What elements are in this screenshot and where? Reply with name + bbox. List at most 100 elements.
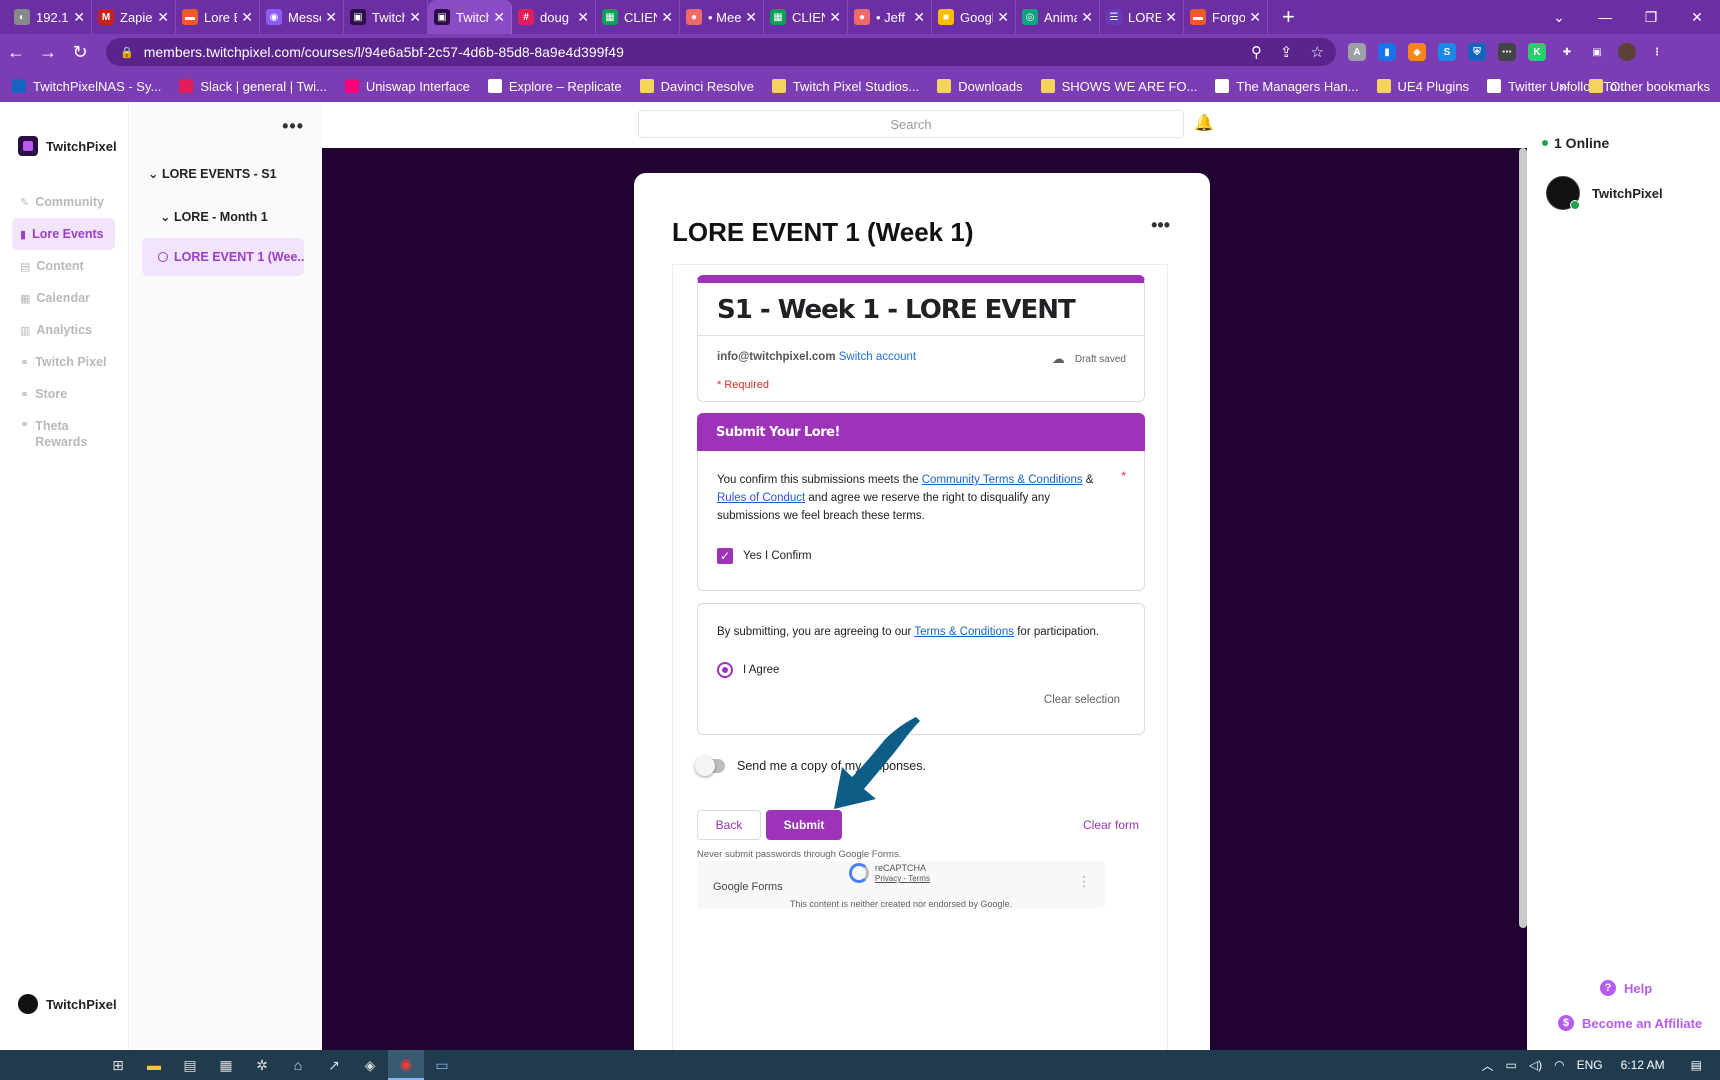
- docs-extension-icon[interactable]: ▮: [1378, 43, 1396, 61]
- network-drive-icon[interactable]: ⌂: [280, 1050, 316, 1080]
- dots-extension-icon[interactable]: ⋯: [1498, 43, 1516, 61]
- restore-icon[interactable]: ❐: [1628, 9, 1674, 26]
- shield-extension-icon[interactable]: ⛨: [1468, 43, 1486, 61]
- browser-tab[interactable]: ◎ Anima ✕: [1016, 0, 1100, 34]
- other-bookmarks-folder[interactable]: Other bookmarks: [1589, 79, 1710, 94]
- back-arrow-icon[interactable]: ←: [0, 42, 32, 63]
- bookmark-item[interactable]: SHOWS WE ARE FO...: [1040, 79, 1197, 94]
- reload-icon[interactable]: ↻: [64, 42, 96, 63]
- sidebar-item-theta-rewards[interactable]: ⚭ Theta Rewards: [12, 414, 115, 454]
- browser-tab[interactable]: # doug ✕: [512, 0, 596, 34]
- profile-avatar[interactable]: [1618, 43, 1636, 61]
- wifi-icon[interactable]: ◠: [1554, 1058, 1564, 1072]
- share-icon[interactable]: ⇪: [1280, 43, 1293, 61]
- bookmark-item[interactable]: Explore – Replicate: [487, 79, 622, 94]
- tab-search-icon[interactable]: ⌄: [1536, 9, 1582, 26]
- tab-close-icon[interactable]: ✕: [997, 9, 1009, 26]
- lesson-lore-event-1[interactable]: LORE EVENT 1 (Wee...: [142, 238, 304, 276]
- task-view-icon[interactable]: ⊞: [100, 1050, 136, 1080]
- browser-tab[interactable]: ■ Googl ✕: [932, 0, 1016, 34]
- bell-icon[interactable]: 🔔: [1194, 113, 1214, 133]
- terms-conditions-link[interactable]: Terms & Conditions: [914, 626, 1014, 638]
- chrome-icon[interactable]: ◉: [388, 1050, 424, 1080]
- tab-close-icon[interactable]: ✕: [913, 9, 925, 26]
- bookmark-item[interactable]: The Managers Han...: [1215, 79, 1359, 94]
- tab-close-icon[interactable]: ✕: [829, 9, 841, 26]
- tab-close-icon[interactable]: ✕: [157, 9, 169, 26]
- current-user[interactable]: TwitchPixel: [18, 994, 117, 1014]
- clear-selection-button[interactable]: Clear selection: [1044, 694, 1120, 706]
- checkmark-icon[interactable]: ✓: [717, 548, 733, 564]
- switch-account-link[interactable]: Switch account: [839, 351, 916, 363]
- volume-icon[interactable]: ◁): [1529, 1058, 1542, 1072]
- minimize-icon[interactable]: —: [1582, 9, 1628, 25]
- tab-close-icon[interactable]: ✕: [1081, 9, 1093, 26]
- sidebar-item-analytics[interactable]: ▥ Analytics: [12, 314, 115, 346]
- zoom-icon[interactable]: ⚲: [1251, 43, 1262, 61]
- bookmark-item[interactable]: Uniswap Interface: [344, 79, 470, 94]
- sidebar-item-calendar[interactable]: ▦ Calendar: [12, 282, 115, 314]
- language-indicator[interactable]: ENG: [1577, 1058, 1603, 1072]
- sidebar-item-twitch-pixel[interactable]: ⚭ Twitch Pixel: [12, 346, 115, 378]
- browser-tab[interactable]: ▦ CLIEN✕: [596, 0, 680, 34]
- bookmark-item[interactable]: Davinci Resolve: [639, 79, 754, 94]
- tab-close-icon[interactable]: ✕: [325, 9, 337, 26]
- recaptcha-links[interactable]: Privacy - Terms: [875, 874, 930, 883]
- tab-close-icon[interactable]: ✕: [1165, 9, 1177, 26]
- confirm-option-label[interactable]: Yes I Confirm: [743, 550, 812, 562]
- browser-menu-icon[interactable]: ⋮: [1648, 43, 1666, 61]
- forward-arrow-icon[interactable]: →: [32, 42, 64, 63]
- more-bookmarks-icon[interactable]: »: [1560, 79, 1567, 94]
- lesson-menu-icon[interactable]: •••: [1151, 215, 1170, 236]
- become-affiliate-link[interactable]: $ Become an Affiliate: [1558, 1015, 1702, 1031]
- tab-close-icon[interactable]: ✕: [409, 9, 421, 26]
- tab-close-icon[interactable]: ✕: [577, 9, 589, 26]
- browser-tab[interactable]: ▬ Lore E✕: [176, 0, 260, 34]
- close-window-icon[interactable]: ✕: [1674, 9, 1720, 26]
- browser-tab[interactable]: ☰ LORE ✕: [1100, 0, 1184, 34]
- game-controller-icon[interactable]: ◈: [352, 1050, 388, 1080]
- s-extension-icon[interactable]: S: [1438, 43, 1456, 61]
- file-explorer-icon[interactable]: ▬: [136, 1050, 172, 1080]
- tab-close-icon[interactable]: ✕: [745, 9, 757, 26]
- battery-icon[interactable]: ▭: [1506, 1058, 1517, 1072]
- new-tab-icon[interactable]: +: [1282, 4, 1295, 30]
- notepad-icon[interactable]: ▭: [424, 1050, 460, 1080]
- metamask-extension-icon[interactable]: ◆: [1408, 43, 1426, 61]
- kebab-menu-icon[interactable]: ⋮: [1077, 873, 1091, 890]
- section-lore-events-s1[interactable]: ⌄ LORE EVENTS - S1: [148, 166, 277, 181]
- tab-close-icon[interactable]: ✕: [1249, 9, 1261, 26]
- lock-icon[interactable]: 🔒: [120, 46, 134, 59]
- confirm-checkbox[interactable]: ✓ Yes I Confirm: [717, 548, 812, 564]
- brand[interactable]: TwitchPixel: [18, 136, 117, 156]
- url-field[interactable]: 🔒 members.twitchpixel.com/courses/l/94e6…: [106, 38, 1336, 66]
- online-member[interactable]: TwitchPixel: [1546, 176, 1663, 210]
- tab-close-icon[interactable]: ✕: [493, 9, 505, 26]
- scrollbar[interactable]: [1519, 148, 1527, 928]
- apps-grid-icon[interactable]: ▦: [208, 1050, 244, 1080]
- bookmark-star-icon[interactable]: ☆: [1311, 43, 1324, 61]
- url-text[interactable]: members.twitchpixel.com/courses/l/94e6a5…: [144, 44, 1251, 60]
- puzzle-extensions-icon[interactable]: ✚: [1558, 43, 1576, 61]
- settings-gear-icon[interactable]: ✲: [244, 1050, 280, 1080]
- side-panel-icon[interactable]: ▣: [1588, 43, 1606, 61]
- back-button[interactable]: Back: [697, 810, 761, 840]
- browser-tab[interactable]: ▦ CLIEN✕: [764, 0, 848, 34]
- browser-tab[interactable]: ◉ Messe✕: [260, 0, 344, 34]
- bookmark-item[interactable]: Downloads: [937, 79, 1023, 94]
- browser-tab[interactable]: ● • Mee ✕: [680, 0, 764, 34]
- google-forms-logo[interactable]: Google Forms: [713, 881, 783, 893]
- sidebar-item-lore-events[interactable]: ▮ Lore Events: [12, 218, 115, 250]
- help-link[interactable]: ? Help: [1600, 980, 1652, 996]
- notification-icon[interactable]: ▤: [1691, 1058, 1702, 1072]
- rules-of-conduct-link[interactable]: Rules of Conduct: [717, 492, 805, 504]
- browser-tab[interactable]: ● • Jeff ✕: [848, 0, 932, 34]
- calculator-icon[interactable]: ▤: [172, 1050, 208, 1080]
- browser-tab[interactable]: ▣ Twitch ✕: [428, 0, 512, 34]
- adblock-extension-icon[interactable]: A: [1348, 43, 1366, 61]
- agree-option-label[interactable]: I Agree: [743, 664, 779, 676]
- clock[interactable]: 6:12 AM: [1621, 1058, 1665, 1072]
- agree-radio[interactable]: I Agree: [717, 662, 779, 678]
- k-extension-icon[interactable]: K: [1528, 43, 1546, 61]
- sidebar-item-store[interactable]: ⚭ Store: [12, 378, 115, 410]
